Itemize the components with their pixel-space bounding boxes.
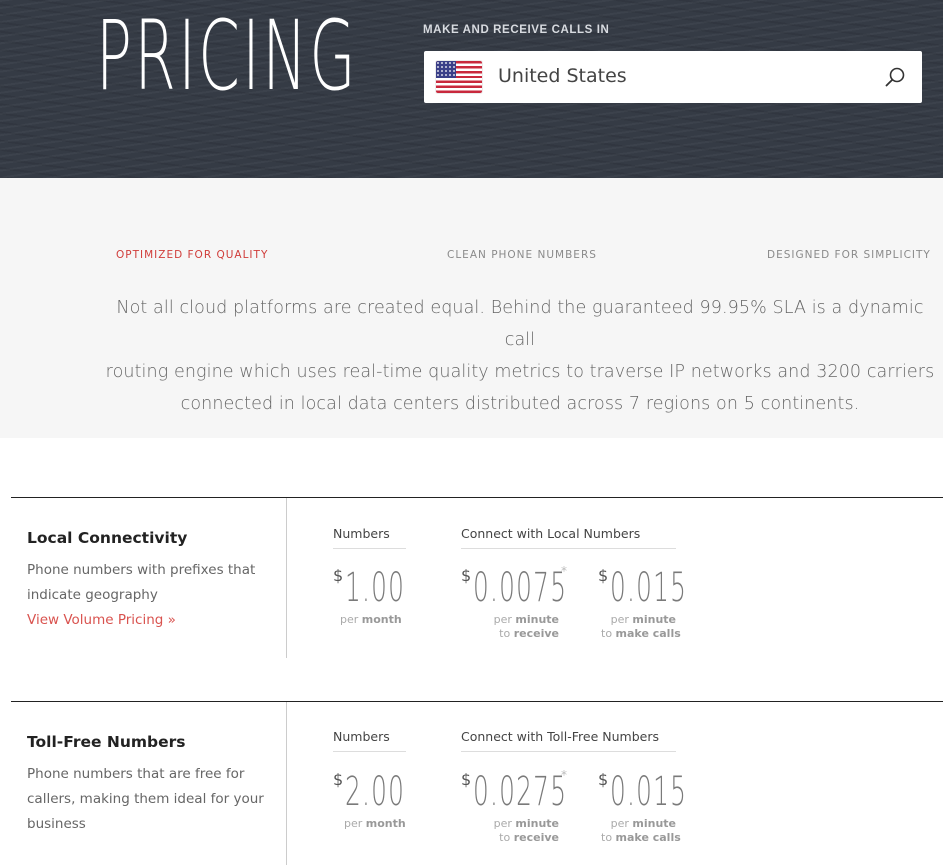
currency-symbol: $	[333, 770, 344, 789]
unit-text: to	[601, 627, 613, 640]
currency-symbol: $	[461, 770, 472, 789]
row-description: Phone numbers with prefixes that indicat…	[27, 558, 267, 633]
unit-bold: month	[365, 817, 406, 830]
make-price-unit: per minute to make calls	[601, 817, 681, 845]
unit-bold: make calls	[615, 627, 681, 640]
connect-header: Connect with Local Numbers	[461, 526, 676, 549]
row-divider	[286, 702, 287, 865]
number-price-unit: per month	[344, 817, 406, 831]
us-flag-icon	[436, 61, 482, 93]
unit-bold: receive	[513, 627, 559, 640]
connect-header: Connect with Toll-Free Numbers	[461, 729, 676, 752]
currency-symbol: $	[598, 770, 609, 789]
row-description-text: Phone numbers with prefixes that indicat…	[27, 562, 256, 603]
unit-text: to	[499, 831, 511, 844]
unit-text: per	[493, 817, 512, 830]
price-amount: 0.0275	[473, 769, 568, 815]
price-amount: 0.015	[610, 769, 688, 815]
unit-bold: receive	[513, 831, 559, 844]
unit-bold: minute	[632, 817, 676, 830]
search-icon[interactable]	[884, 66, 906, 88]
tab-clean-phone-numbers[interactable]: CLEAN PHONE NUMBERS	[447, 249, 597, 261]
unit-text: per	[340, 613, 359, 626]
footnote-star: *	[561, 564, 567, 578]
unit-text: per	[610, 613, 629, 626]
currency-symbol: $	[598, 566, 609, 585]
flag-canton	[436, 61, 456, 78]
feature-description-line: connected in local data centers distribu…	[180, 394, 860, 414]
pricing-hero: PRICING MAKE AND RECEIVE CALLS IN United…	[0, 0, 943, 178]
unit-bold: month	[361, 613, 402, 626]
features-band: OPTIMIZED FOR QUALITY CLEAN PHONE NUMBER…	[0, 178, 943, 438]
pricing-row-local: Local Connectivity Phone numbers with pr…	[11, 497, 943, 662]
feature-description-line: routing engine which uses real-time qual…	[105, 362, 935, 382]
unit-bold: minute	[515, 817, 559, 830]
receive-price-unit: per minute to receive	[491, 613, 559, 641]
unit-text: per	[610, 817, 629, 830]
row-divider	[286, 498, 287, 658]
feature-description: Not all cloud platforms are created equa…	[100, 292, 940, 420]
tab-designed-for-simplicity[interactable]: DESIGNED FOR SIMPLICITY	[767, 249, 931, 261]
country-selector[interactable]: United States	[424, 51, 922, 103]
page-title: PRICING	[96, 0, 358, 112]
currency-symbol: $	[461, 566, 472, 585]
receive-price-unit: per minute to receive	[491, 817, 559, 845]
price-amount: 1.00	[345, 565, 406, 611]
pricing-row-toll-free: Toll-Free Numbers Phone numbers that are…	[11, 701, 943, 865]
row-description-text: Phone numbers that are free for callers,…	[27, 766, 264, 832]
row-title: Local Connectivity	[27, 529, 188, 547]
row-description: Phone numbers that are free for callers,…	[27, 762, 267, 837]
currency-symbol: $	[333, 566, 344, 585]
tab-optimized-for-quality[interactable]: OPTIMIZED FOR QUALITY	[116, 249, 268, 261]
unit-text: to	[499, 627, 511, 640]
row-title: Toll-Free Numbers	[27, 733, 186, 751]
numbers-header: Numbers	[333, 526, 406, 549]
make-price-unit: per minute to make calls	[601, 613, 681, 641]
number-price-unit: per month	[340, 613, 402, 627]
unit-bold: minute	[515, 613, 559, 626]
price-amount: 0.0075	[473, 565, 568, 611]
unit-text: per	[344, 817, 363, 830]
unit-bold: minute	[632, 613, 676, 626]
feature-description-line: Not all cloud platforms are created equa…	[116, 298, 924, 350]
country-selector-label: MAKE AND RECEIVE CALLS IN	[423, 24, 610, 36]
view-volume-pricing-link[interactable]: View Volume Pricing »	[27, 608, 267, 633]
unit-text: to	[601, 831, 613, 844]
unit-bold: make calls	[615, 831, 681, 844]
numbers-header: Numbers	[333, 729, 406, 752]
price-amount: 0.015	[610, 565, 688, 611]
country-name[interactable]: United States	[498, 65, 627, 87]
price-amount: 2.00	[345, 769, 406, 815]
footnote-star: *	[561, 768, 567, 782]
unit-text: per	[493, 613, 512, 626]
